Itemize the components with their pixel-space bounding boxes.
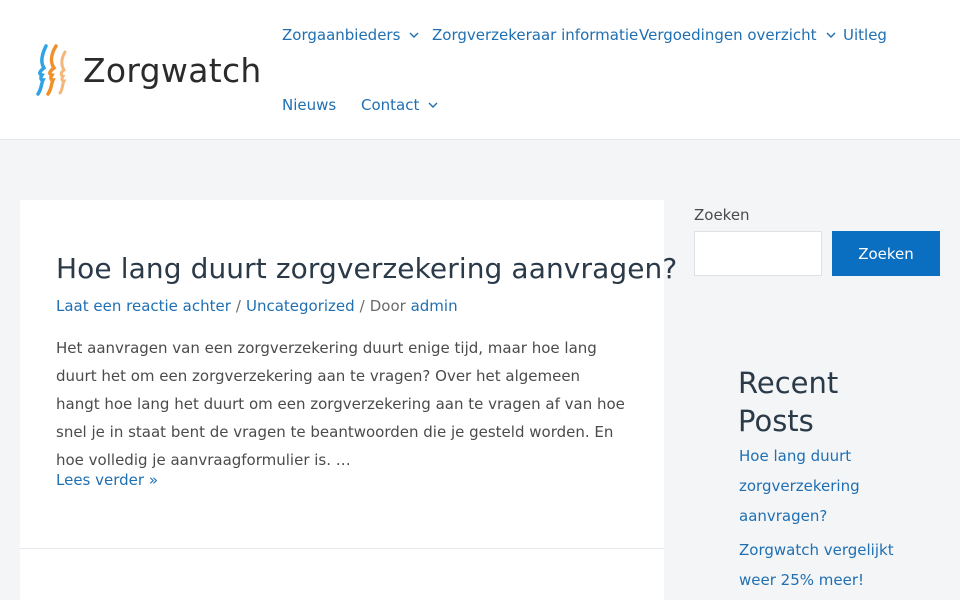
meta-separator: /: [235, 297, 241, 315]
nav-item-label[interactable]: Vergoedingen overzicht: [639, 26, 817, 44]
recent-posts-title: Recent Posts: [738, 366, 839, 438]
search-label: Zoeken: [694, 206, 750, 224]
post-title[interactable]: Hoe lang duurt zorgverzekering aanvragen…: [56, 252, 677, 285]
search-input[interactable]: [694, 231, 822, 276]
nav-item-zorgaanbieders[interactable]: Zorgaanbieders: [282, 26, 419, 44]
site-logo-link[interactable]: Zorgwatch: [34, 44, 262, 96]
nav-item-uitleg[interactable]: Uitleg: [843, 26, 887, 44]
zorgwatch-faces-logo-icon: [36, 44, 67, 96]
search-button[interactable]: Zoeken: [832, 231, 940, 276]
recent-posts-list: Hoe lang duurt zorgverzekering aanvragen…: [739, 441, 904, 599]
nav-item-contact[interactable]: Contact: [361, 96, 438, 114]
author-prefix: Door: [369, 297, 406, 315]
chevron-down-icon[interactable]: [428, 100, 438, 110]
nav-item-vergoedingen-overzicht[interactable]: Vergoedingen overzicht: [639, 26, 836, 44]
post-card: Hoe lang duurt zorgverzekering aanvragen…: [20, 200, 677, 548]
nav-item-nieuws[interactable]: Nieuws: [282, 96, 336, 114]
chevron-down-icon[interactable]: [826, 30, 836, 40]
nav-item-zorgverzekeraar-informatie[interactable]: Zorgverzekeraar informatie: [432, 26, 638, 44]
meta-separator: /: [359, 297, 365, 315]
post-excerpt: Het aanvragen van een zorgverzekering du…: [56, 339, 625, 469]
post-meta: Laat een reactie achter / Uncategorized / Do…: [56, 297, 458, 315]
nav-item-label[interactable]: Uitleg: [843, 26, 887, 44]
comment-link[interactable]: Laat een reactie achter: [56, 297, 231, 315]
author-link[interactable]: admin: [411, 297, 458, 315]
recent-post-link[interactable]: Hoe lang duurt zorgverzekering aanvragen…: [739, 441, 904, 531]
category-link[interactable]: Uncategorized: [246, 297, 355, 315]
site-title[interactable]: Zorgwatch: [83, 51, 262, 90]
nav-item-label[interactable]: Zorgaanbieders: [282, 26, 400, 44]
nav-item-label[interactable]: Nieuws: [282, 96, 336, 114]
recent-post-link[interactable]: Zorgwatch vergelijkt weer 25% meer!: [739, 535, 904, 595]
nav-item-label[interactable]: Contact: [361, 96, 419, 114]
next-post-card: [20, 548, 664, 600]
chevron-down-icon[interactable]: [409, 30, 419, 40]
read-more-link[interactable]: Lees verder »: [56, 471, 158, 489]
nav-item-label[interactable]: Zorgverzekeraar informatie: [432, 26, 638, 44]
site-header: Zorgwatch Zorgaanbieders Zorgverzekeraar…: [0, 0, 960, 140]
